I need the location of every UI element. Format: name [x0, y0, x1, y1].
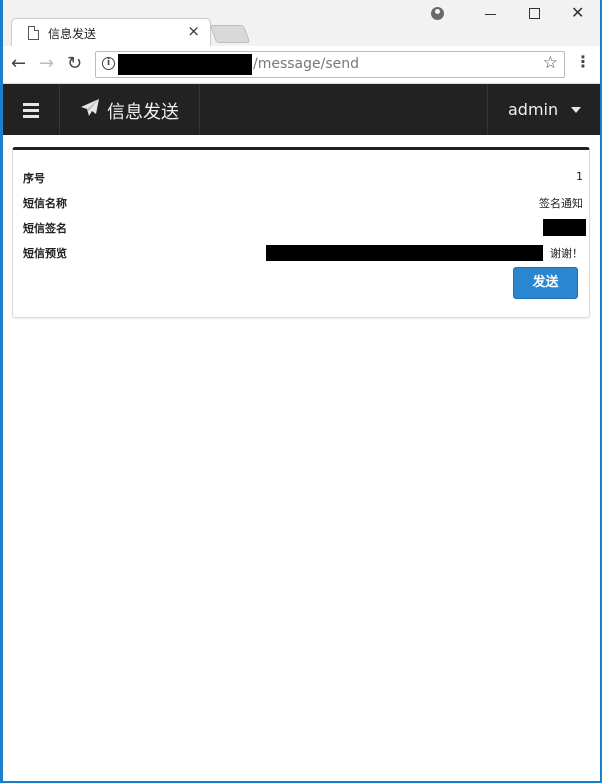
app-navbar: 信息发送 admin [3, 84, 600, 135]
detail-row: 短信签名 [23, 218, 586, 238]
page-heading: 信息发送 [59, 84, 200, 135]
reload-icon[interactable]: ↻ [67, 54, 82, 74]
url-path: /message/send [253, 56, 360, 72]
caret-down-icon [571, 107, 581, 113]
page-icon [28, 26, 39, 40]
close-window-icon[interactable]: ✕ [571, 3, 584, 22]
message-panel: 序号 1 短信名称 签名通知 短信签名 短信预览 谢谢！ 发送 [12, 147, 590, 318]
redacted-preview [266, 245, 543, 261]
info-icon[interactable]: i [102, 57, 115, 70]
forward-icon[interactable]: → [39, 54, 54, 74]
row-value: 谢谢！ [550, 247, 583, 260]
title-bar: 信息发送 × ✕ [3, 0, 600, 46]
hamburger-line [23, 103, 39, 106]
browser-window: 信息发送 × ✕ ← → ↻ i /message/send ☆ ⋮ 信息发送 … [3, 0, 600, 781]
menu-toggle-button[interactable] [3, 84, 60, 135]
profile-icon[interactable] [431, 7, 444, 20]
bookmark-star-icon[interactable]: ☆ [543, 53, 558, 73]
address-bar[interactable]: i /message/send ☆ [95, 51, 565, 78]
detail-row: 短信名称 签名通知 [23, 193, 583, 213]
paper-plane-icon [81, 99, 99, 116]
maximize-icon[interactable] [529, 8, 540, 19]
minimize-icon[interactable] [485, 14, 496, 15]
user-name: admin [508, 100, 559, 119]
row-value: 1 [576, 170, 583, 183]
browser-menu-icon[interactable]: ⋮ [575, 54, 591, 70]
row-label: 短信签名 [23, 222, 67, 235]
address-toolbar: ← → ↻ i /message/send ☆ ⋮ [3, 46, 600, 84]
hamburger-line [23, 115, 39, 118]
brand-title: 信息发送 [107, 102, 179, 123]
send-button[interactable]: 发送 [513, 267, 578, 299]
row-label: 短信预览 [23, 247, 67, 260]
hamburger-line [23, 109, 39, 112]
tab-title: 信息发送 [48, 27, 97, 41]
detail-row: 短信预览 谢谢！ [23, 243, 583, 263]
user-dropdown[interactable]: admin [487, 84, 600, 135]
detail-row: 序号 1 [23, 168, 583, 188]
row-label: 短信名称 [23, 197, 67, 210]
redacted-signature [543, 219, 586, 236]
back-icon[interactable]: ← [11, 54, 26, 74]
browser-tab[interactable]: 信息发送 × [11, 18, 211, 46]
redacted-host [118, 54, 252, 75]
tab-close-icon[interactable]: × [187, 22, 200, 40]
new-tab-button[interactable] [209, 25, 251, 43]
row-value: 签名通知 [539, 197, 583, 210]
row-label: 序号 [23, 172, 45, 185]
